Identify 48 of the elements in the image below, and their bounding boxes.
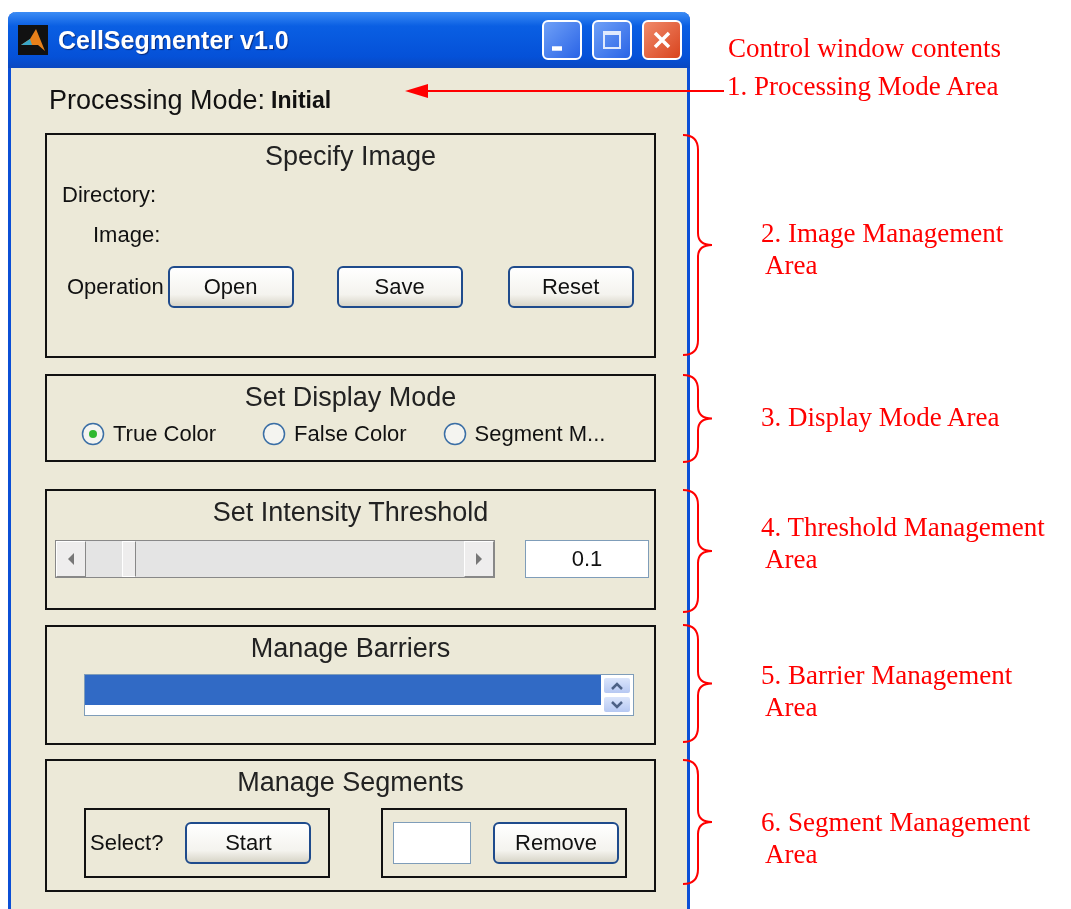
peak-logo-icon: [18, 25, 48, 55]
slider[interactable]: [55, 540, 495, 578]
radio-button[interactable]: Segment M...: [442, 421, 606, 447]
annotation-heading: Control window contents: [728, 32, 1001, 64]
minimize-icon: [552, 45, 562, 51]
slider-right-button[interactable]: [464, 541, 494, 577]
annotation-label: Area: [764, 249, 819, 281]
annotation-label: Area: [764, 838, 819, 870]
directory-label: Directory:: [62, 182, 157, 207]
annotation-label: 5. Barrier Management: [761, 659, 1013, 691]
annotation-label: 2. Image Management: [761, 217, 1004, 249]
panel-title: Manage Barriers: [250, 633, 451, 664]
annotation-label: 3. Display Mode Area: [761, 401, 1000, 433]
slider-left-button[interactable]: [56, 541, 86, 577]
radio-button[interactable]: True Color: [81, 421, 217, 447]
mode-value: Initial: [271, 87, 332, 114]
start-button[interactable]: Start: [185, 822, 312, 864]
maximize-icon: [600, 28, 624, 52]
remove-button[interactable]: Remove: [493, 822, 619, 864]
barrier-list[interactable]: [84, 674, 634, 716]
scroll-down-button[interactable]: [603, 696, 631, 713]
operation-button[interactable]: Open: [167, 266, 294, 308]
left-arrow-icon: [66, 552, 76, 566]
minimize-button[interactable]: [542, 20, 582, 60]
operation-button[interactable]: Save: [336, 266, 463, 308]
maximize-button[interactable]: [592, 20, 632, 60]
annotation-label: 4. Threshold Management: [761, 511, 1045, 543]
scroll-up-button[interactable]: [603, 677, 631, 694]
panel-title: Specify Image: [264, 141, 437, 172]
panel-title: Set Display Mode: [244, 382, 457, 413]
operation-button[interactable]: Reset: [507, 266, 634, 308]
window-title: CellSegmenter v1.0: [58, 25, 290, 55]
annotation-label: Area: [764, 543, 819, 575]
close-button[interactable]: [642, 20, 682, 60]
image-label: Image:: [93, 222, 161, 247]
slider-thumb[interactable]: [122, 541, 137, 577]
operation-label: Operation: [67, 274, 164, 300]
annotation-label: 1. Processing Mode Area: [727, 70, 999, 102]
radio-button[interactable]: False Color: [262, 421, 407, 447]
panel-title: Manage Segments: [237, 767, 464, 798]
annotation-label: Area: [764, 691, 819, 723]
annotation-label: 6. Segment Management: [761, 806, 1031, 838]
right-arrow-icon: [474, 552, 484, 566]
threshold-field[interactable]: 0.1: [525, 540, 649, 578]
select-label: Select?: [90, 830, 164, 856]
mode-label: Processing Mode:: [49, 85, 266, 116]
segment-field[interactable]: [393, 822, 471, 864]
panel-title: Set Intensity Threshold: [212, 497, 489, 528]
